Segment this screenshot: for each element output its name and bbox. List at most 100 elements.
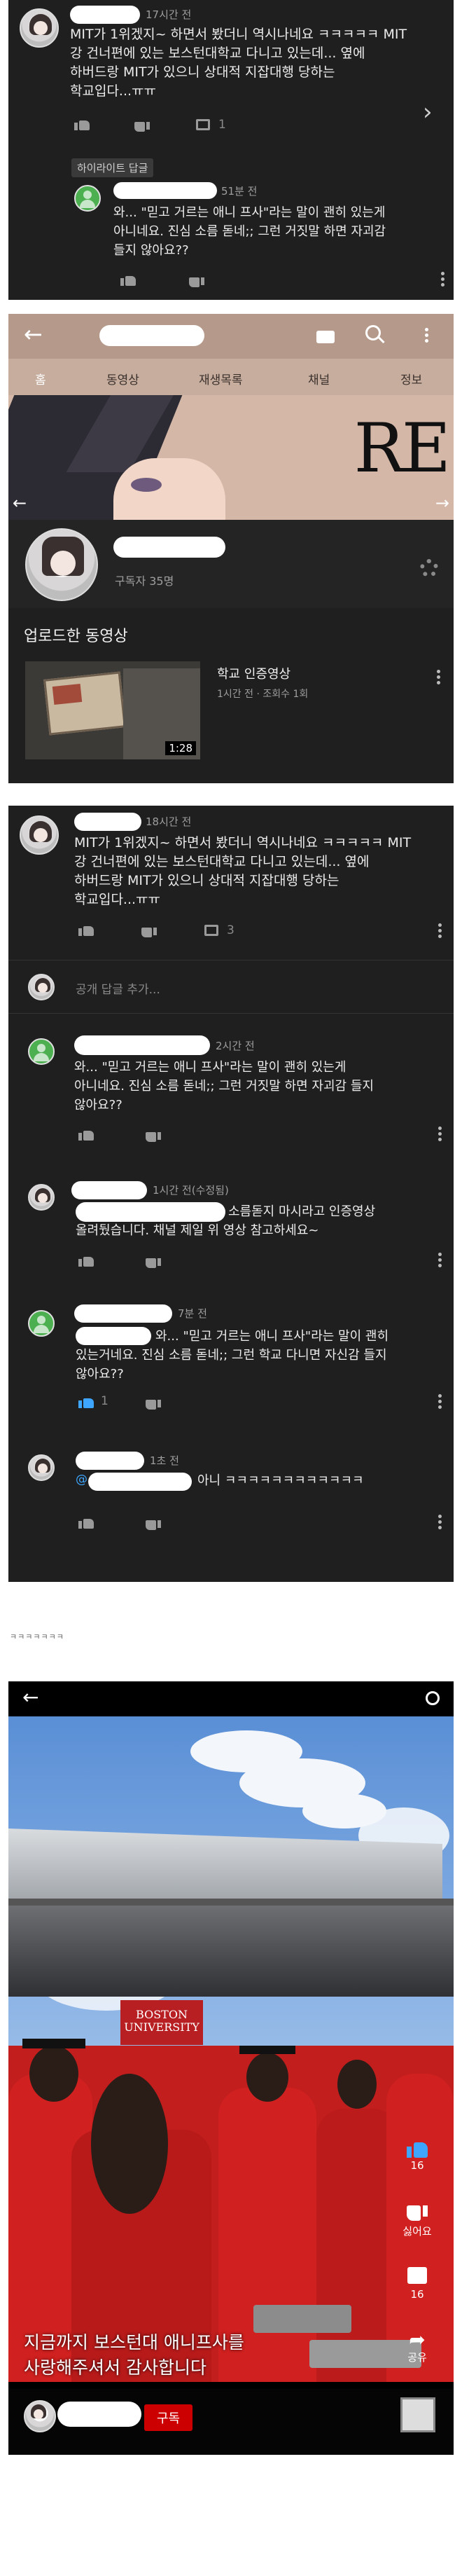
reply-time: 1초 전	[150, 1454, 179, 1467]
dislike-icon[interactable]	[146, 1131, 161, 1145]
highlight-label: 하이라이트 답글	[71, 158, 154, 177]
video-caption: 지금까지 보스턴대 애니프사를 사랑해주셔서 감사합니다	[24, 2332, 244, 2378]
more-options-icon[interactable]	[438, 1253, 442, 1268]
reply-avatar[interactable]	[28, 1038, 55, 1065]
reply-time: 51분 전	[221, 185, 258, 198]
comment-text: MIT가 1위겠지~ 하면서 봤더니 역시나네요 ㅋㅋㅋㅋㅋ MIT 강 건너편…	[74, 835, 412, 907]
channel-info: 구독자 35명	[8, 520, 454, 608]
commenter-avatar[interactable]	[20, 815, 59, 855]
commenter-avatar[interactable]	[20, 8, 59, 48]
video-thumbnail[interactable]: 1:28	[25, 661, 200, 759]
like-count: 1	[101, 1394, 108, 1408]
video-options-icon[interactable]	[437, 670, 441, 685]
next-arrow-icon[interactable]: ›	[423, 98, 433, 126]
like-icon[interactable]	[120, 273, 136, 287]
sound-icon[interactable]	[400, 2397, 435, 2432]
reply-avatar[interactable]	[74, 185, 101, 212]
channel-avatar[interactable]	[25, 528, 98, 601]
dislike-button[interactable]: 싫어요	[396, 2204, 438, 2238]
video-bottom-bar: 구독	[8, 2389, 454, 2455]
video-camera-icon[interactable]	[316, 331, 335, 343]
more-options-icon[interactable]	[441, 272, 445, 287]
redacted-channel-name	[57, 2402, 141, 2427]
more-options-icon[interactable]	[438, 1394, 442, 1410]
more-options-icon[interactable]	[438, 1127, 442, 1142]
comment-time: 18시간 전	[146, 815, 192, 828]
reply-text: 소름돋지 마시라고 인증영상 올려뒀습니다. 채널 제일 위 영상 참고하세요~	[76, 1204, 376, 1238]
more-options-icon[interactable]	[438, 1515, 442, 1530]
redacted-username	[70, 6, 140, 24]
add-reply-input[interactable]: 공개 답글 추가...	[76, 979, 426, 997]
thumbs-up-icon	[407, 2140, 428, 2159]
tab-videos[interactable]: 동영상	[106, 370, 139, 387]
comment-icon	[407, 2267, 427, 2284]
tab-playlists[interactable]: 재생목록	[199, 370, 243, 387]
like-icon[interactable]	[74, 118, 90, 132]
mention-at: @	[76, 1473, 88, 1487]
tab-home[interactable]: 홈	[35, 370, 46, 387]
reply-icon[interactable]	[204, 925, 218, 936]
dislike-icon[interactable]	[146, 1398, 161, 1412]
reply-text: 와... "믿고 거르는 애니 프사"라는 말이 괜히 있는거네요. 진심 소름…	[76, 1329, 389, 1382]
dislike-icon[interactable]	[146, 1257, 161, 1271]
like-icon-active[interactable]	[78, 1396, 94, 1410]
reply-avatar[interactable]	[28, 1184, 55, 1211]
like-button[interactable]: 16	[396, 2140, 438, 2172]
reply-avatar[interactable]	[28, 1454, 55, 1481]
redacted-channel-name	[99, 325, 204, 346]
video-title[interactable]: 학교 인증영상	[217, 664, 290, 682]
banner-next-icon[interactable]: →	[435, 493, 449, 513]
video-top-bar: ←	[8, 1681, 454, 1716]
redacted-username	[71, 1181, 147, 1199]
like-icon[interactable]	[78, 923, 94, 937]
video-duration: 1:28	[165, 741, 196, 755]
dislike-icon[interactable]	[134, 120, 150, 135]
comment-thread-panel: 18시간 전 MIT가 1위겠지~ 하면서 봤더니 역시나네요 ㅋㅋㅋㅋㅋ MI…	[8, 806, 454, 1582]
share-label: 공유	[407, 2351, 427, 2364]
search-icon[interactable]	[426, 1691, 440, 1705]
back-arrow-icon[interactable]: ←	[22, 1686, 38, 1709]
reply-icon[interactable]	[196, 119, 210, 130]
reply-text: 와... "믿고 거르는 애니 프사"라는 말이 괜히 있는게 아니네요. 진심…	[113, 205, 386, 258]
redacted-username	[74, 1035, 210, 1055]
channel-avatar[interactable]	[24, 2400, 56, 2432]
boston-university-sign: BOSTON UNIVERSITY	[120, 2000, 203, 2045]
reply-text: 와... "믿고 거르는 애니 프사"라는 말이 괜히 있는게 아니네요. 진심…	[74, 1060, 374, 1113]
channel-tabs: 홈 동영상 재생목록 채널 정보	[8, 359, 454, 395]
tab-channels[interactable]: 채널	[308, 370, 330, 387]
like-count: 16	[410, 2159, 424, 2172]
stage-truss	[8, 1899, 454, 1906]
reply-text: 아니 ㅋㅋㅋㅋㅋㅋㅋㅋㅋㅋㅋㅋ	[197, 1473, 364, 1488]
reply-time: 2시간 전	[216, 1040, 255, 1052]
tab-about[interactable]: 정보	[400, 370, 422, 387]
like-icon[interactable]	[78, 1254, 94, 1268]
share-icon: ➦	[409, 2328, 426, 2351]
banner-prev-icon[interactable]: ←	[13, 493, 27, 513]
redacted-username	[76, 1452, 144, 1470]
comments-button[interactable]: 16	[396, 2267, 438, 2301]
search-handle	[378, 336, 385, 344]
comment-text: MIT가 1위겠지~ 하면서 봤더니 역시나네요 ㅋㅋㅋㅋㅋ MIT 강 건너편…	[70, 27, 407, 99]
like-icon[interactable]	[78, 1128, 94, 1142]
redacted-channel-name	[113, 537, 225, 558]
reply-avatar[interactable]	[28, 1310, 55, 1337]
comment-panel-1: 17시간 전 MIT가 1위겠지~ 하면서 봤더니 역시나네요 ㅋㅋㅋㅋㅋ MI…	[8, 0, 454, 300]
more-options-icon[interactable]	[438, 923, 442, 939]
dislike-icon[interactable]	[141, 926, 157, 940]
back-arrow-icon[interactable]: ←	[24, 321, 43, 347]
reply-time: 1시간 전(수정됨)	[153, 1184, 229, 1197]
settings-gear-icon[interactable]	[420, 559, 438, 577]
dislike-icon[interactable]	[146, 1519, 161, 1533]
dislike-icon[interactable]	[189, 276, 204, 290]
stage	[8, 1906, 454, 1997]
dislike-label: 싫어요	[402, 2225, 432, 2238]
channel-panel: ← 홈 동영상 재생목록 채널 정보 RE ← → 구독자 35명 업로드한 동…	[8, 314, 454, 783]
reply-time: 7분 전	[178, 1307, 207, 1320]
subscribe-button[interactable]: 구독	[144, 2404, 193, 2431]
more-options-icon[interactable]	[425, 328, 429, 343]
like-icon[interactable]	[78, 1516, 94, 1530]
subscriber-count: 구독자 35명	[115, 574, 174, 588]
comment-count: 16	[410, 2288, 424, 2301]
share-button[interactable]: ➦ 공유	[396, 2330, 438, 2364]
channel-header: ←	[8, 314, 454, 359]
